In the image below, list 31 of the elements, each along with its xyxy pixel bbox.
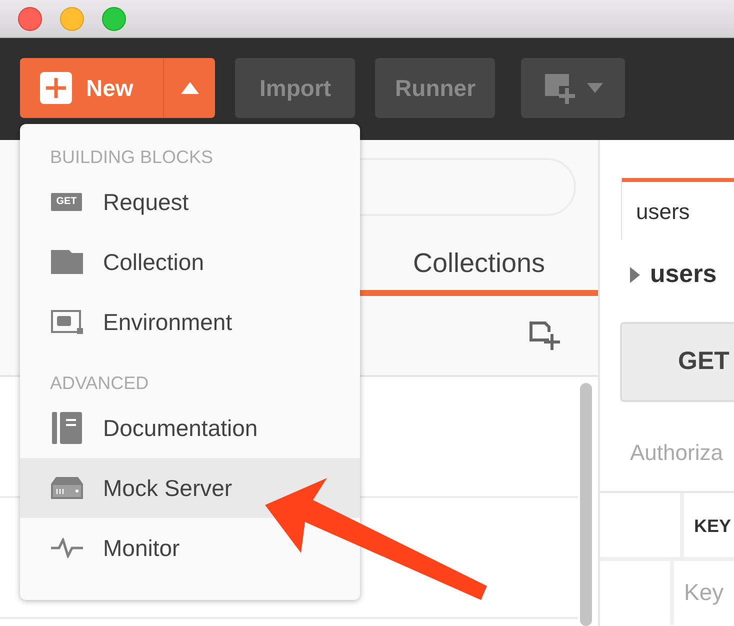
key-input[interactable]: Key <box>674 560 734 624</box>
window-plus-icon <box>543 72 578 104</box>
section-header: ADVANCED <box>49 372 150 395</box>
close-button[interactable] <box>18 6 42 30</box>
request-name: users <box>650 259 717 290</box>
pulse-icon <box>50 538 82 558</box>
menu-item[interactable]: Mock Server <box>20 458 360 518</box>
menu-item[interactable]: Environment <box>20 292 360 352</box>
method-dropdown[interactable]: GET <box>620 322 734 402</box>
server-icon <box>50 477 82 499</box>
expand-icon <box>630 266 640 283</box>
new-collection-icon[interactable] <box>528 320 562 352</box>
section-header: BUILDING BLOCKS <box>49 146 214 169</box>
column-header: KEY <box>684 492 734 556</box>
minimize-button[interactable] <box>60 6 84 30</box>
request-tab[interactable]: users <box>622 178 734 240</box>
screen-icon <box>50 310 82 334</box>
maximize-button[interactable] <box>102 6 126 30</box>
plus-icon <box>40 72 72 104</box>
scrollbar[interactable] <box>580 383 592 626</box>
document-icon <box>52 412 82 444</box>
caret-down-icon <box>587 83 604 93</box>
dropdown-toggle-button[interactable] <box>163 58 216 118</box>
menu-item[interactable]: GET Request <box>20 172 360 232</box>
folder-icon <box>50 250 82 274</box>
menu-item[interactable]: Documentation <box>20 398 360 458</box>
caret-up-icon <box>180 82 199 94</box>
method-badge: GET <box>51 193 82 211</box>
menu-item[interactable]: Monitor <box>20 518 360 578</box>
menu-item[interactable]: Collection <box>20 232 360 292</box>
new-window-button[interactable] <box>521 58 626 118</box>
